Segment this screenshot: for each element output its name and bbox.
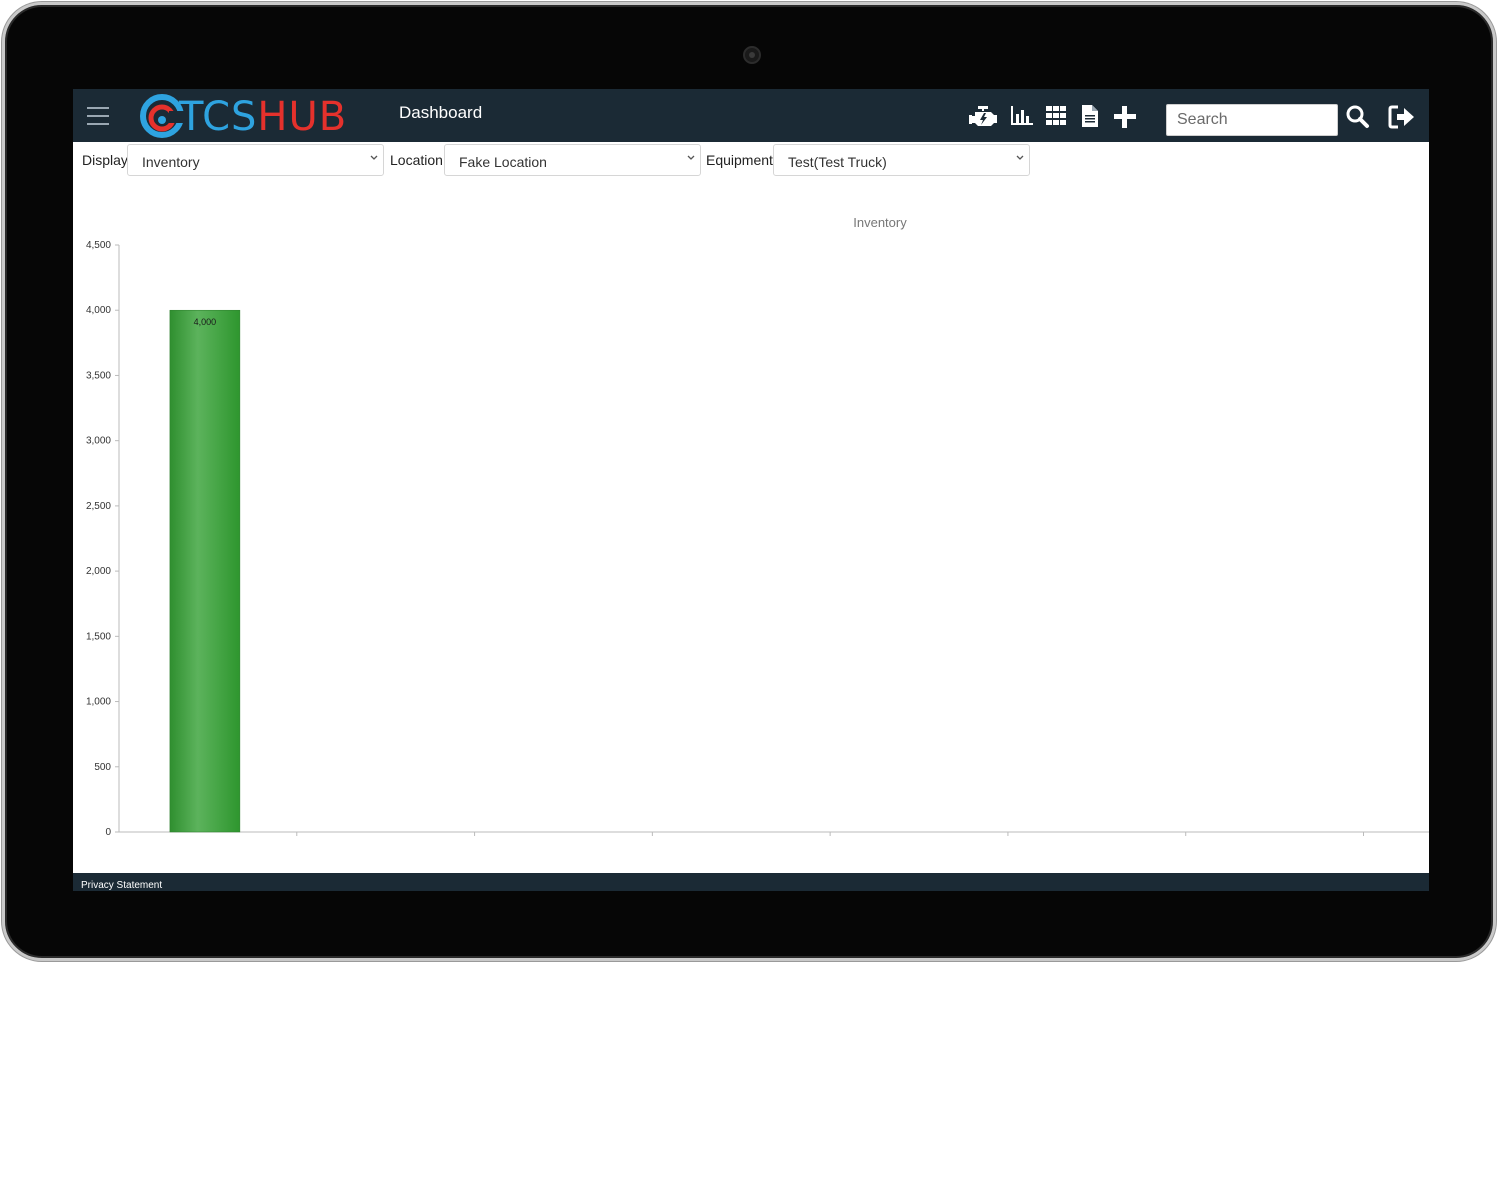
tablet-frame: TCSHUB Dashboard Search Display Inventor… bbox=[2, 2, 1496, 961]
equipment-select[interactable]: Test(Test Truck) bbox=[773, 144, 1030, 176]
y-tick-label: 4,500 bbox=[86, 240, 111, 251]
inventory-bar-chart: Inventory 0 500 1,000 1,500 2,000 2,500 3,000 3… bbox=[86, 215, 1429, 838]
y-tick-label: 1,500 bbox=[86, 631, 111, 642]
bar-data-label: 4,000 bbox=[194, 317, 217, 327]
logo-text-hub: HUB bbox=[257, 94, 348, 140]
y-tick-label: 2,000 bbox=[86, 566, 111, 577]
location-select[interactable]: Fake Location bbox=[444, 144, 701, 176]
plus-icon[interactable] bbox=[1111, 103, 1141, 129]
y-tick-label: 3,500 bbox=[86, 370, 111, 381]
y-tick-label: 500 bbox=[94, 762, 111, 773]
search-icon[interactable] bbox=[1345, 104, 1375, 130]
logout-icon[interactable] bbox=[1387, 103, 1417, 129]
footer: Privacy Statement bbox=[73, 873, 1429, 891]
equipment-select-value: Test(Test Truck) bbox=[788, 154, 887, 170]
y-tick-label: 4,000 bbox=[86, 305, 111, 316]
document-icon[interactable] bbox=[1077, 103, 1107, 129]
tcshub-logo[interactable]: TCSHUB bbox=[139, 93, 359, 139]
chevron-down-icon bbox=[370, 155, 378, 160]
y-tick-label: 0 bbox=[105, 827, 111, 838]
location-select-value: Fake Location bbox=[459, 154, 547, 170]
camera bbox=[743, 46, 761, 64]
chevron-down-icon bbox=[687, 155, 695, 160]
y-tick-label: 3,000 bbox=[86, 436, 111, 447]
display-label: Display bbox=[82, 152, 128, 168]
logo-text-tcs: TCS bbox=[179, 94, 258, 140]
app-screen: TCSHUB Dashboard Search Display Inventor… bbox=[73, 89, 1429, 891]
engine-icon[interactable] bbox=[969, 103, 999, 129]
equipment-label: Equipment bbox=[706, 152, 773, 168]
page-title: Dashboard bbox=[399, 103, 483, 122]
y-tick-label: 2,500 bbox=[86, 501, 111, 512]
grid-icon[interactable] bbox=[1043, 103, 1073, 129]
top-navbar: TCSHUB Dashboard bbox=[73, 89, 1429, 142]
location-label: Location bbox=[390, 152, 443, 168]
display-select-value: Inventory bbox=[142, 154, 200, 170]
filter-bar: Display Inventory Location Fake Location… bbox=[73, 142, 1429, 178]
y-tick-label: 1,000 bbox=[86, 697, 111, 708]
display-select[interactable]: Inventory bbox=[127, 144, 384, 176]
chevron-down-icon bbox=[1016, 155, 1024, 160]
search-input[interactable] bbox=[1166, 104, 1338, 136]
hamburger-menu-icon[interactable] bbox=[87, 107, 109, 125]
bar[interactable] bbox=[169, 309, 241, 833]
chart-title: Inventory bbox=[853, 215, 907, 230]
privacy-statement-link[interactable]: Privacy Statement bbox=[81, 880, 162, 891]
logo-wordmark: TCSHUB bbox=[179, 97, 347, 137]
bar-chart-icon[interactable] bbox=[1009, 103, 1039, 129]
